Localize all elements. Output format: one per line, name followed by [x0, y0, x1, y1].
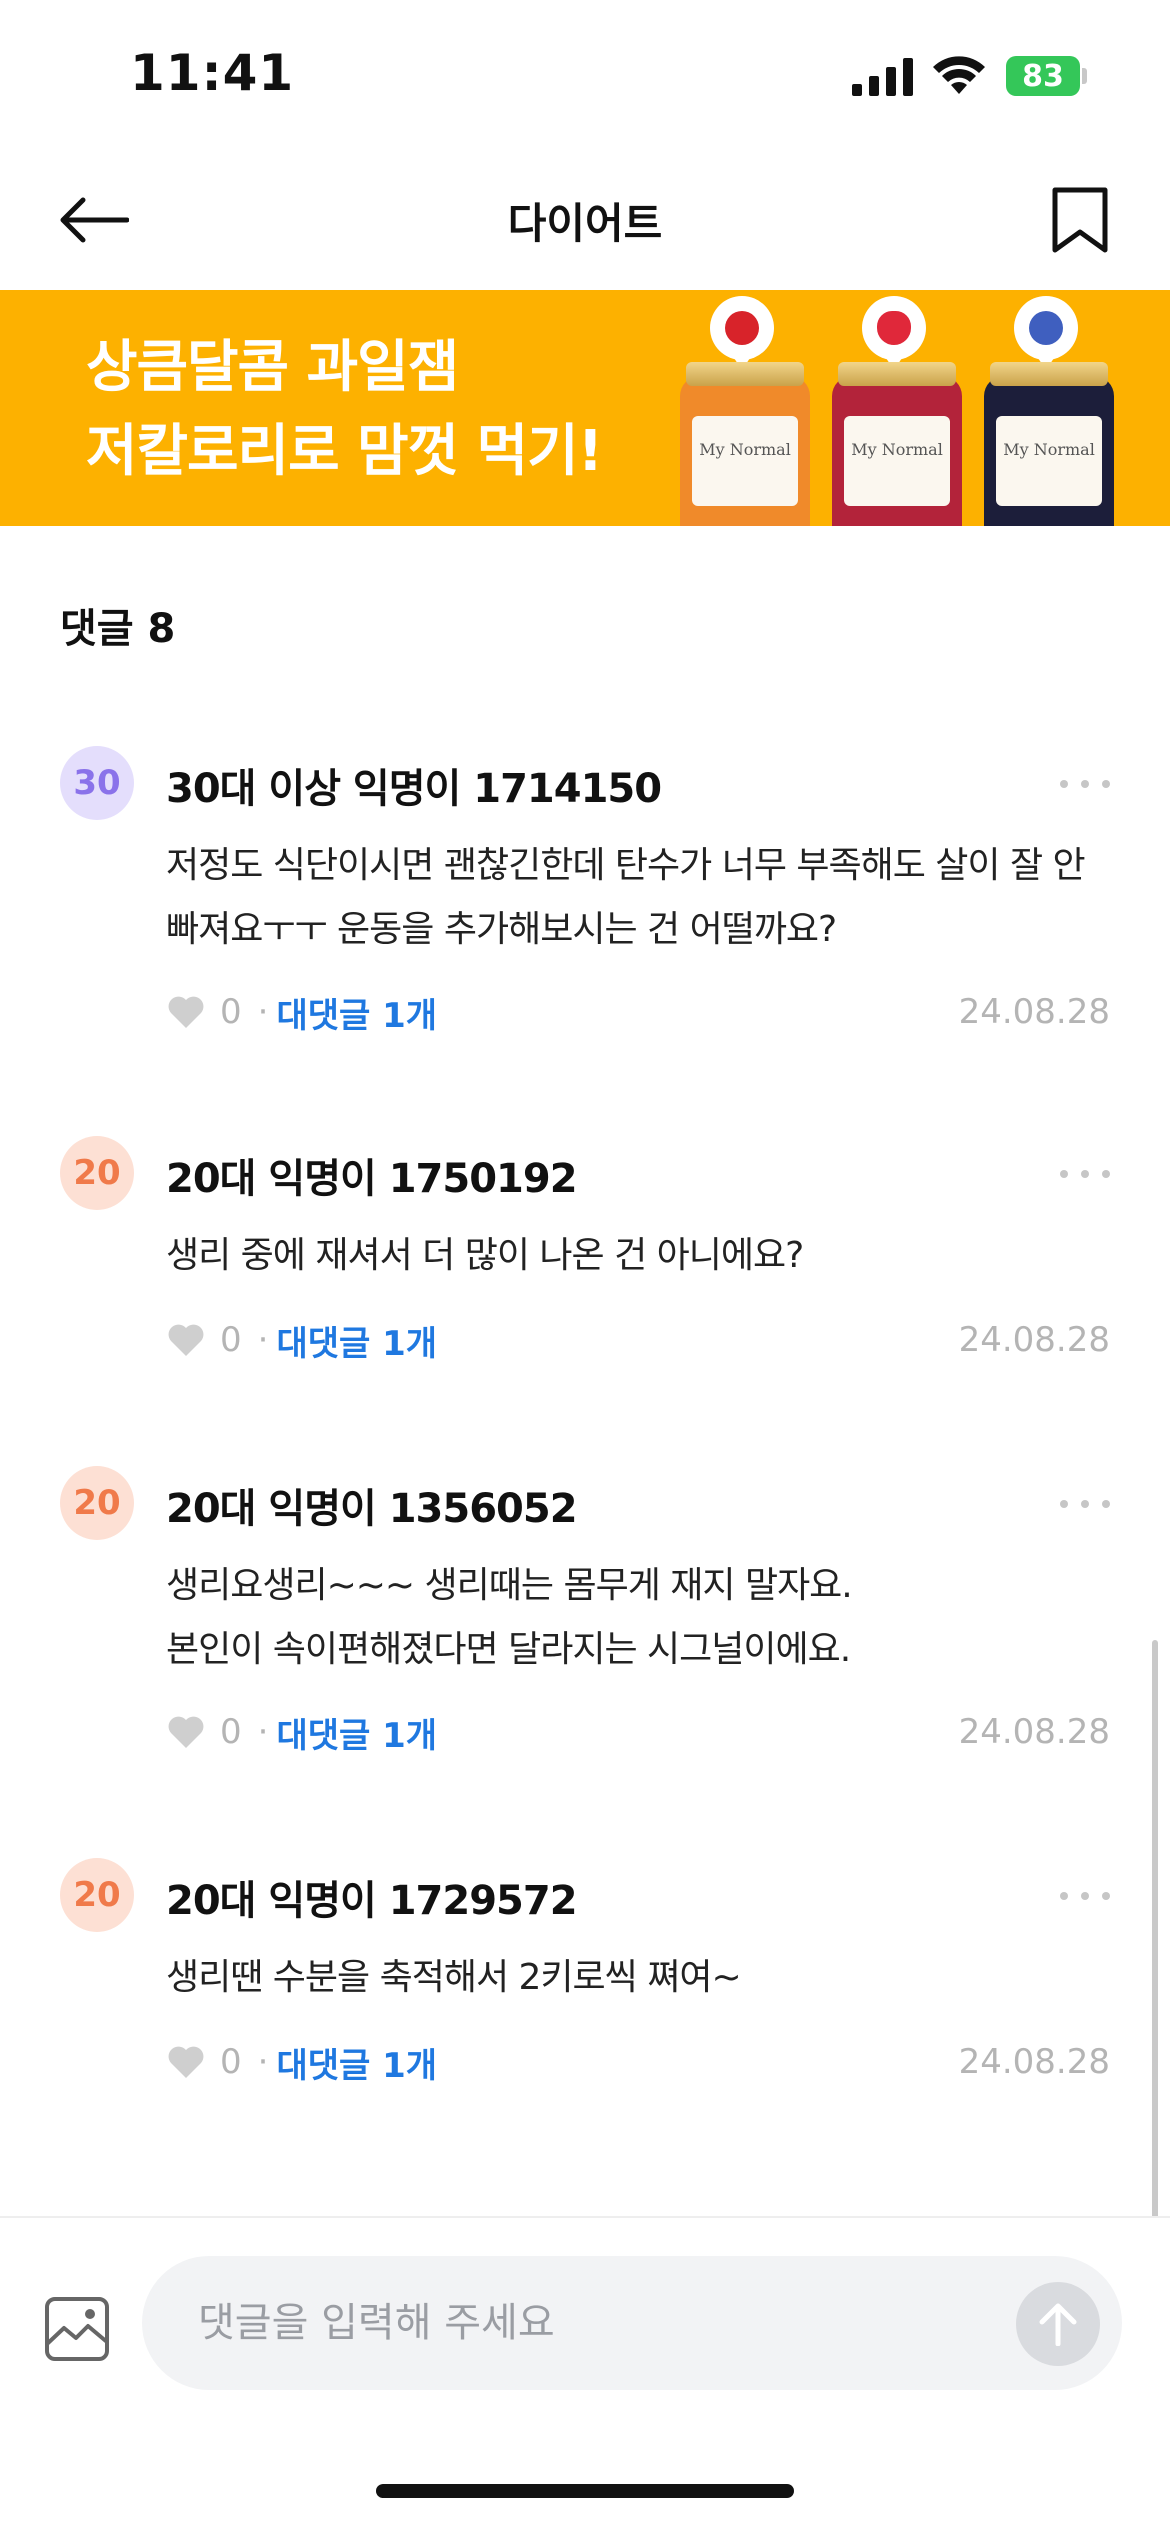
banner-headline: 상큼달콤 과일잼 저칼로리로 맘껏 먹기!	[86, 326, 603, 494]
jar-blueberry: My Normal	[984, 362, 1114, 526]
dot-icon	[1081, 1500, 1089, 1508]
more-options-button[interactable]	[1060, 1494, 1110, 1514]
dot-icon	[1081, 1170, 1089, 1178]
comment-input[interactable]	[142, 2256, 1122, 2390]
comment-text: 저정도 식단이시면 괜찮긴한데 탄수가 너무 부족해도 살이 잘 안빠져요ㅜㅜ …	[166, 845, 1086, 950]
apple-icon	[725, 311, 759, 345]
comment-date: 24.08.28	[958, 992, 1110, 1032]
wifi-icon	[933, 56, 985, 94]
separator-dot: ·	[257, 1320, 269, 1360]
heart-icon[interactable]	[166, 994, 206, 1030]
promo-banner[interactable]: 상큼달콤 과일잼 저칼로리로 맘껏 먹기! My Normal My Norma…	[0, 290, 1170, 526]
comment-author[interactable]: 30대 이상 익명이 1714150	[166, 756, 662, 814]
image-attach-button[interactable]	[44, 2296, 110, 2362]
home-indicator-bar	[376, 2484, 794, 2498]
jar-label: My Normal	[692, 416, 798, 506]
comment-text: 생리 중에 재셔서 더 많이 나온 건 아니에요?	[166, 1235, 804, 1276]
comment-meta: 0 · 대댓글 1개	[166, 1708, 437, 1756]
strawberry-bubble	[862, 296, 926, 370]
comment-meta: 0 · 대댓글 1개	[166, 988, 437, 1036]
comment-meta: 0 · 대댓글 1개	[166, 1316, 437, 1364]
avatar[interactable]: 20	[60, 1136, 134, 1210]
comment-text: 생리요생리~~~ 생리때는 몸무게 재지 말자요. 본인이 속이편해졌다면 달라…	[166, 1554, 1106, 1682]
status-time: 11:41	[130, 44, 295, 102]
heart-icon[interactable]	[166, 2044, 206, 2080]
top-navigation-bar: 다이어트	[0, 150, 1170, 290]
dot-icon	[1102, 780, 1110, 788]
like-count: 0	[220, 1712, 242, 1752]
avatar[interactable]: 20	[60, 1466, 134, 1540]
dot-icon	[1081, 1892, 1089, 1900]
comment-date: 24.08.28	[958, 1712, 1110, 1752]
comment-text-line: 생리요생리~~~ 생리때는 몸무게 재지 말자요.	[166, 1565, 853, 1606]
jar-lid	[838, 362, 956, 386]
dot-icon	[1081, 780, 1089, 788]
replies-link[interactable]: 대댓글 1개	[276, 988, 437, 1037]
blueberry-icon	[1029, 311, 1063, 345]
comment-author[interactable]: 20대 익명이 1356052	[166, 1476, 578, 1534]
blueberry-bubble	[1014, 296, 1078, 370]
banner-line-1: 상큼달콤 과일잼	[86, 335, 459, 400]
jar-lid	[686, 362, 804, 386]
send-button[interactable]	[1016, 2282, 1100, 2366]
comment-author[interactable]: 20대 익명이 1750192	[166, 1146, 578, 1204]
jar-label: My Normal	[996, 416, 1102, 506]
bookmark-button[interactable]	[1040, 180, 1120, 260]
bookmark-icon	[1052, 187, 1108, 253]
jar-strawberry: My Normal	[832, 362, 962, 526]
dot-icon	[1060, 780, 1068, 788]
comment-date: 24.08.28	[958, 2042, 1110, 2082]
battery-cap	[1082, 68, 1087, 84]
page-title: 다이어트	[507, 199, 663, 248]
comment-text: 생리땐 수분을 축적해서 2키로씩 쪄여~	[166, 1957, 742, 1998]
comments-count-heading: 댓글 8	[60, 606, 176, 652]
image-icon	[45, 2297, 109, 2361]
more-options-button[interactable]	[1060, 774, 1110, 794]
avatar[interactable]: 20	[60, 1858, 134, 1932]
banner-line-2: 저칼로리로 맘껏 먹기!	[86, 419, 603, 484]
like-count: 0	[220, 2042, 242, 2082]
comment-author[interactable]: 20대 익명이 1729572	[166, 1868, 578, 1926]
jar-lid	[990, 362, 1108, 386]
comment-text-line: 본인이 속이편해졌다면 달라지는 시그널이에요.	[166, 1629, 851, 1670]
more-options-button[interactable]	[1060, 1164, 1110, 1184]
like-count: 0	[220, 1320, 242, 1360]
avatar[interactable]: 30	[60, 746, 134, 820]
dot-icon	[1102, 1500, 1110, 1508]
cellular-signal-icon	[852, 58, 913, 96]
heart-icon[interactable]	[166, 1322, 206, 1358]
replies-link[interactable]: 대댓글 1개	[276, 1316, 437, 1365]
battery-level: 83	[1022, 58, 1064, 94]
apple-bubble	[710, 296, 774, 370]
jar-label: My Normal	[844, 416, 950, 506]
replies-link[interactable]: 대댓글 1개	[276, 2038, 437, 2087]
status-bar: 11:41 83	[0, 0, 1170, 150]
dot-icon	[1060, 1892, 1068, 1900]
heart-icon[interactable]	[166, 1714, 206, 1750]
more-options-button[interactable]	[1060, 1886, 1110, 1906]
dot-icon	[1102, 1892, 1110, 1900]
strawberry-icon	[877, 311, 911, 345]
separator-dot: ·	[257, 992, 269, 1032]
dot-icon	[1102, 1170, 1110, 1178]
arrow-up-icon	[1039, 2303, 1077, 2346]
replies-link[interactable]: 대댓글 1개	[276, 1708, 437, 1757]
like-count: 0	[220, 992, 242, 1032]
dot-icon	[1060, 1500, 1068, 1508]
jar-apple: My Normal	[680, 362, 810, 526]
comment-meta: 0 · 대댓글 1개	[166, 2038, 437, 2086]
battery-icon: 83	[1006, 56, 1080, 96]
separator-dot: ·	[257, 2042, 269, 2082]
comment-date: 24.08.28	[958, 1320, 1110, 1360]
dot-icon	[1060, 1170, 1068, 1178]
separator-dot: ·	[257, 1712, 269, 1752]
